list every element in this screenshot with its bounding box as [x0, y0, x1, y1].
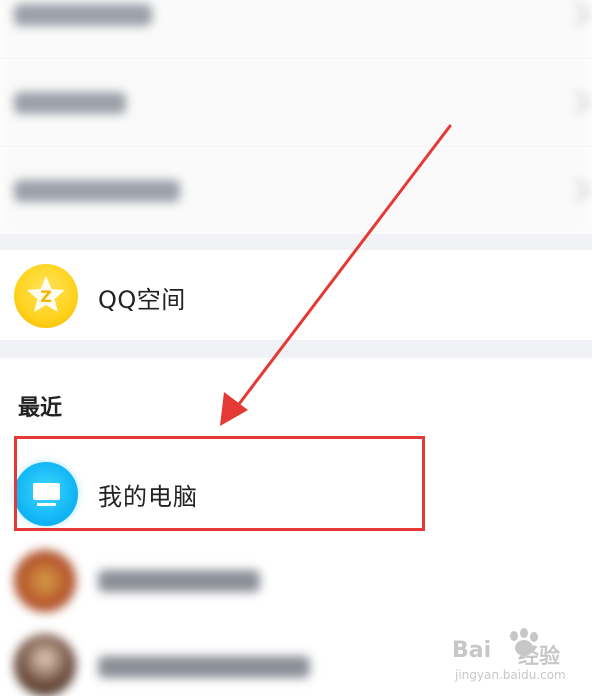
watermark-suffix: 经验 [518, 644, 560, 668]
arrow-annotation-icon [220, 124, 452, 426]
watermark-url: jingyan.baidu.com [455, 668, 566, 682]
watermark-logo-text: Bai [452, 638, 492, 663]
baidu-jingyan-watermark: Bai 经验 jingyan.baidu.com [452, 628, 587, 686]
